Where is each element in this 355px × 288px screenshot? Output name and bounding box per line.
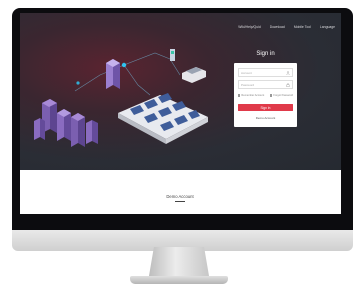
password-input[interactable]	[241, 82, 285, 88]
password-field[interactable]	[238, 80, 293, 89]
tab-demo-account[interactable]: Demo Account	[160, 194, 200, 199]
remember-checkbox[interactable]	[238, 94, 241, 97]
signin-card: Sign in Remember Account	[234, 51, 297, 127]
city-buildings	[34, 99, 98, 147]
car	[182, 67, 206, 83]
signin-title: Sign in	[256, 51, 275, 57]
user-icon	[286, 71, 290, 75]
top-nav: Wiki/Help/Quid Download Mobile Tool Lang…	[238, 25, 335, 29]
monitor-base	[130, 276, 228, 284]
account-input[interactable]	[241, 70, 285, 76]
remember-account-option[interactable]: Remember Account	[238, 94, 264, 97]
forgot-password-link[interactable]: Forgot Password	[273, 94, 293, 97]
remember-label: Remember Account	[241, 94, 265, 97]
monitor-stand	[148, 247, 210, 278]
demo-account-link[interactable]: Demo Account	[234, 116, 297, 120]
lock-icon	[286, 83, 290, 87]
nav-item-wiki-help-quid[interactable]: Wiki/Help/Quid	[238, 25, 260, 29]
hero-banner: Wiki/Help/Quid Download Mobile Tool Lang…	[20, 13, 341, 170]
node-glow	[121, 62, 127, 68]
energy-illustration	[34, 49, 208, 147]
signin-options: Remember Account Forgot Password	[238, 94, 293, 99]
nav-item-mobile-tool[interactable]: Mobile Tool	[294, 25, 311, 29]
content-area: Demo Account	[20, 170, 341, 214]
account-field[interactable]	[238, 68, 293, 77]
nav-item-language[interactable]: Language	[320, 25, 335, 29]
nav-item-download[interactable]: Download	[270, 25, 285, 29]
tab-active-indicator	[175, 201, 185, 202]
screen: Wiki/Help/Quid Download Mobile Tool Lang…	[20, 13, 341, 214]
forgot-password-option[interactable]: Forgot Password	[270, 94, 293, 97]
node-glow	[76, 81, 80, 85]
charging-station	[170, 49, 175, 61]
server-tower	[106, 59, 120, 89]
forgot-checkbox[interactable]	[270, 94, 273, 97]
sign-in-button[interactable]: Sign In	[238, 104, 293, 111]
